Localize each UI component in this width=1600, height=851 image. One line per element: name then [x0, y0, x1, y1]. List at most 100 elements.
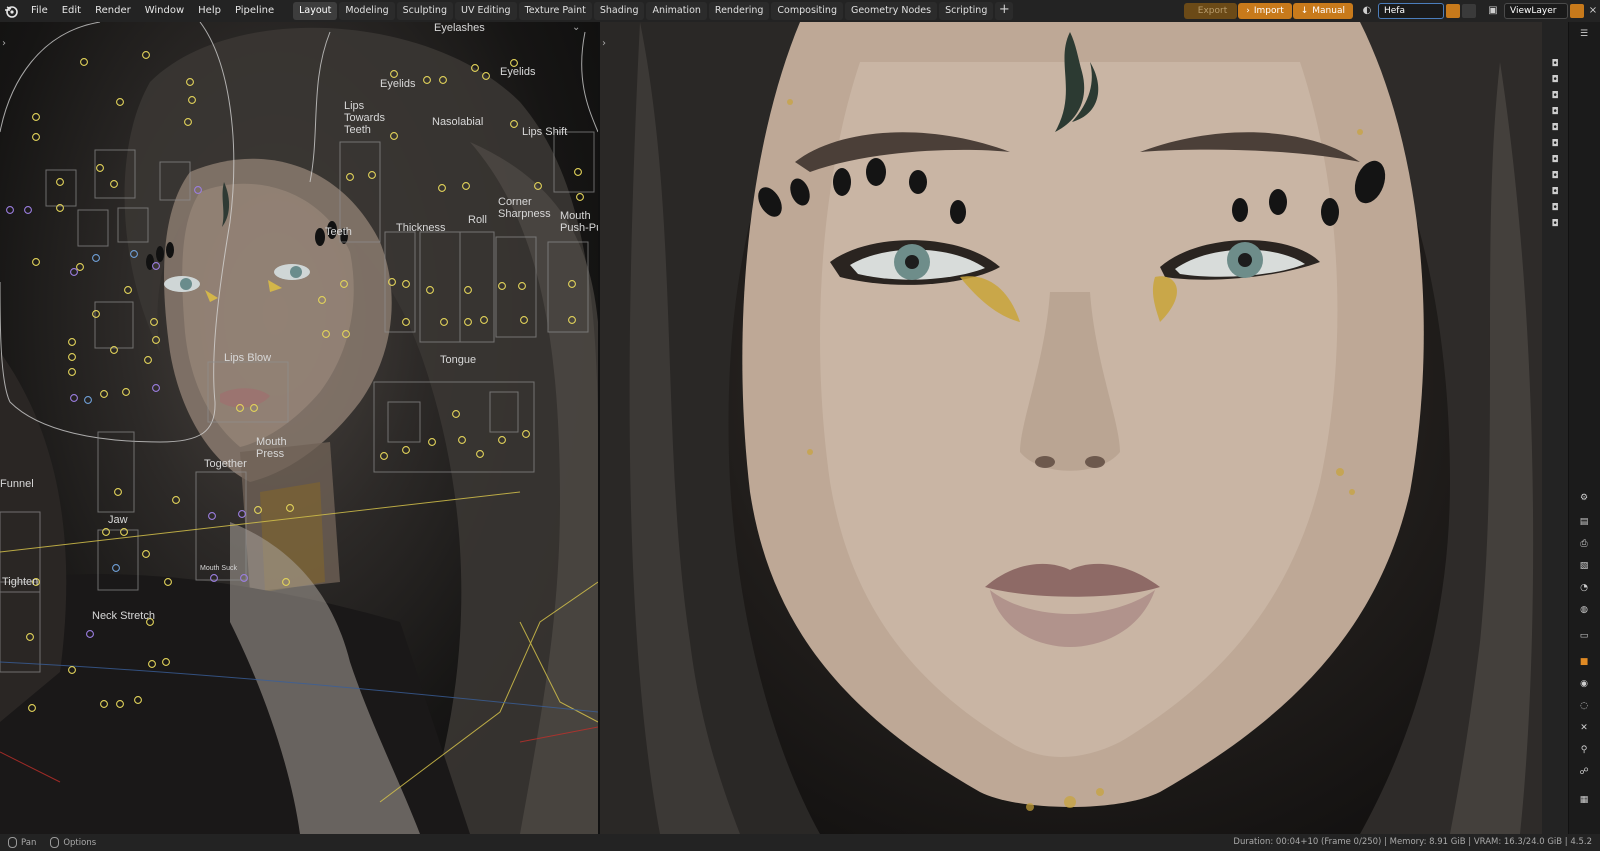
view-layer-icon[interactable]: ▣ — [1486, 4, 1500, 18]
mouse-middle-icon — [8, 837, 17, 848]
rig-label-eyelids-1: Eyelids — [380, 78, 416, 90]
camera-icon-6[interactable]: ◘ — [1548, 138, 1562, 150]
menu-window[interactable]: Window — [138, 0, 191, 22]
rig-label-thickness: Thickness — [396, 222, 446, 234]
render-properties-icon[interactable]: ▤ — [1577, 516, 1591, 528]
rig-label-tongue: Tongue — [440, 354, 477, 366]
download-icon: ↓ — [1300, 6, 1309, 16]
menu-edit[interactable]: Edit — [55, 0, 88, 22]
camera-icon-2[interactable]: ◘ — [1548, 74, 1562, 86]
rig-label-jaw: Jaw — [108, 514, 128, 526]
new-view-layer-icon[interactable] — [1570, 4, 1584, 18]
rig-label-funnel: Funnel — [0, 478, 34, 490]
expand-left-icon[interactable]: › — [2, 38, 6, 49]
scene-selector-icon[interactable]: ◐ — [1360, 4, 1374, 18]
rig-label-roll: Roll — [468, 214, 487, 226]
tab-geometry-nodes[interactable]: Geometry Nodes — [844, 2, 938, 20]
camera-icon-10[interactable]: ◘ — [1548, 202, 1562, 214]
render-portrait — [600, 22, 1542, 834]
modifier-properties-icon[interactable]: ◉ — [1577, 678, 1591, 690]
texture-properties-icon[interactable]: ▦ — [1577, 794, 1591, 806]
import-button[interactable]: › Import — [1238, 3, 1292, 19]
constraints-properties-icon[interactable]: ⚲ — [1577, 744, 1591, 756]
rig-label-eyelids-2: Eyelids — [500, 66, 536, 78]
tab-sculpting[interactable]: Sculpting — [396, 2, 453, 20]
topbar: File Edit Render Window Help Pipeline La… — [0, 0, 1600, 22]
rig-label-eyelashes: Eyelashes — [434, 22, 485, 34]
status-info: Duration: 00:04+10 (Frame 0/250) | Memor… — [1233, 837, 1592, 847]
rig-label-together: Together — [204, 458, 247, 470]
menu-file[interactable]: File — [24, 0, 55, 22]
tab-texture-paint[interactable]: Texture Paint — [518, 2, 592, 20]
delete-scene-icon[interactable] — [1462, 4, 1476, 18]
camera-icon-8[interactable]: ◘ — [1548, 170, 1562, 182]
rig-label-mouth-suck: Mouth Suck — [200, 565, 237, 572]
viewport-left[interactable]: Eyelashes Eyelids Eyelids Lips Towards T… — [0, 22, 598, 834]
tab-rendering[interactable]: Rendering — [708, 2, 770, 20]
tab-uv-editing[interactable]: UV Editing — [455, 2, 517, 20]
manual-button[interactable]: ↓ Manual — [1292, 3, 1353, 19]
view-layer-field[interactable]: ViewLayer — [1504, 3, 1568, 19]
collection-properties-icon[interactable]: ▭ — [1577, 630, 1591, 642]
status-options: Options — [63, 837, 97, 848]
tool-settings-icon[interactable]: ⚙ — [1577, 492, 1591, 504]
add-workspace-button[interactable]: + — [995, 2, 1014, 20]
data-properties-icon[interactable]: ☍ — [1577, 766, 1591, 778]
rig-label-corner-sharpness: Corner Sharpness — [498, 196, 551, 220]
scene-name-field[interactable]: Hefa — [1378, 3, 1444, 19]
camera-icon-5[interactable]: ◘ — [1548, 122, 1562, 134]
main-menu: File Edit Render Window Help Pipeline — [24, 0, 281, 22]
tab-shading[interactable]: Shading — [593, 2, 645, 20]
camera-icon-4[interactable]: ◘ — [1548, 106, 1562, 118]
menu-help[interactable]: Help — [191, 0, 228, 22]
rig-label-lips-blow: Lips Blow — [224, 352, 272, 364]
view-layer-properties-icon[interactable]: ▧ — [1577, 560, 1591, 572]
properties-tabs: ☰ ⚙ ▤ ⎙ ▧ ◔ ◍ ▭ ■ ◉ ◌ ✕ ⚲ ☍ ▦ — [1568, 22, 1600, 834]
particles-properties-icon[interactable]: ◌ — [1577, 700, 1591, 712]
output-properties-icon[interactable]: ⎙ — [1577, 538, 1591, 550]
rig-label-mouth-press: Mouth Press — [256, 436, 287, 460]
rig-controls[interactable] — [0, 22, 598, 834]
close-icon[interactable]: × — [1586, 4, 1600, 18]
export-button[interactable]: Export — [1183, 3, 1238, 19]
tab-modeling[interactable]: Modeling — [339, 2, 395, 20]
rig-label-neck-stretch: Neck Stretch — [92, 610, 155, 622]
camera-icon-3[interactable]: ◘ — [1548, 90, 1562, 102]
camera-icon-7[interactable]: ◘ — [1548, 154, 1562, 166]
new-scene-icon[interactable] — [1446, 4, 1460, 18]
arrow-right-icon: › — [1246, 6, 1250, 16]
expand-viewport-icon[interactable]: › — [602, 38, 606, 49]
rig-label-teeth: Teeth — [325, 226, 352, 238]
status-pan: Pan — [21, 837, 37, 848]
rig-label-tighten: Tighten — [2, 576, 39, 588]
scene-properties-icon[interactable]: ◔ — [1577, 582, 1591, 594]
manual-label: Manual — [1312, 6, 1345, 16]
rig-label-lips-towards-teeth: Lips Towards Teeth — [344, 100, 385, 136]
viewport-right-render[interactable]: › — [600, 22, 1542, 834]
import-label: Import — [1253, 6, 1284, 16]
export-label: Export — [1197, 6, 1228, 16]
object-properties-icon[interactable]: ■ — [1577, 656, 1591, 668]
camera-icon-11[interactable]: ◘ — [1548, 218, 1562, 230]
blender-logo-icon[interactable] — [0, 0, 22, 22]
menu-render[interactable]: Render — [88, 0, 138, 22]
mouse-right-icon — [50, 837, 60, 848]
camera-icon-1[interactable]: ◘ — [1548, 58, 1562, 70]
viewport-sidebar: ◘ ◘ ◘ ◘ ◘ ◘ ◘ ◘ ◘ ◘ ◘ — [1542, 22, 1568, 834]
tab-scripting[interactable]: Scripting — [939, 2, 994, 20]
collapse-right-icon[interactable]: ⌄ — [572, 22, 580, 33]
workspace-tabs: Layout Modeling Sculpting UV Editing Tex… — [293, 0, 1014, 22]
topbar-right: Export ›Import ↓Manual ◐ Hefa ✎ ▣ ViewLa… — [1183, 0, 1600, 22]
tab-layout[interactable]: Layout — [293, 2, 338, 20]
rig-label-mouth-push-pull: Mouth Push-Pu — [560, 210, 598, 234]
status-bar: Pan Options Duration: 00:04+10 (Frame 0/… — [0, 834, 1600, 851]
camera-icon-9[interactable]: ◘ — [1548, 186, 1562, 198]
outliner-menu-icon[interactable]: ☰ — [1577, 28, 1591, 40]
rig-label-lips-shift: Lips Shift — [522, 126, 568, 138]
physics-properties-icon[interactable]: ✕ — [1577, 722, 1591, 734]
menu-pipeline[interactable]: Pipeline — [228, 0, 281, 22]
rig-label-nasolabial: Nasolabial — [432, 116, 484, 128]
tab-compositing[interactable]: Compositing — [771, 2, 843, 20]
world-properties-icon[interactable]: ◍ — [1577, 604, 1591, 616]
tab-animation[interactable]: Animation — [646, 2, 707, 20]
